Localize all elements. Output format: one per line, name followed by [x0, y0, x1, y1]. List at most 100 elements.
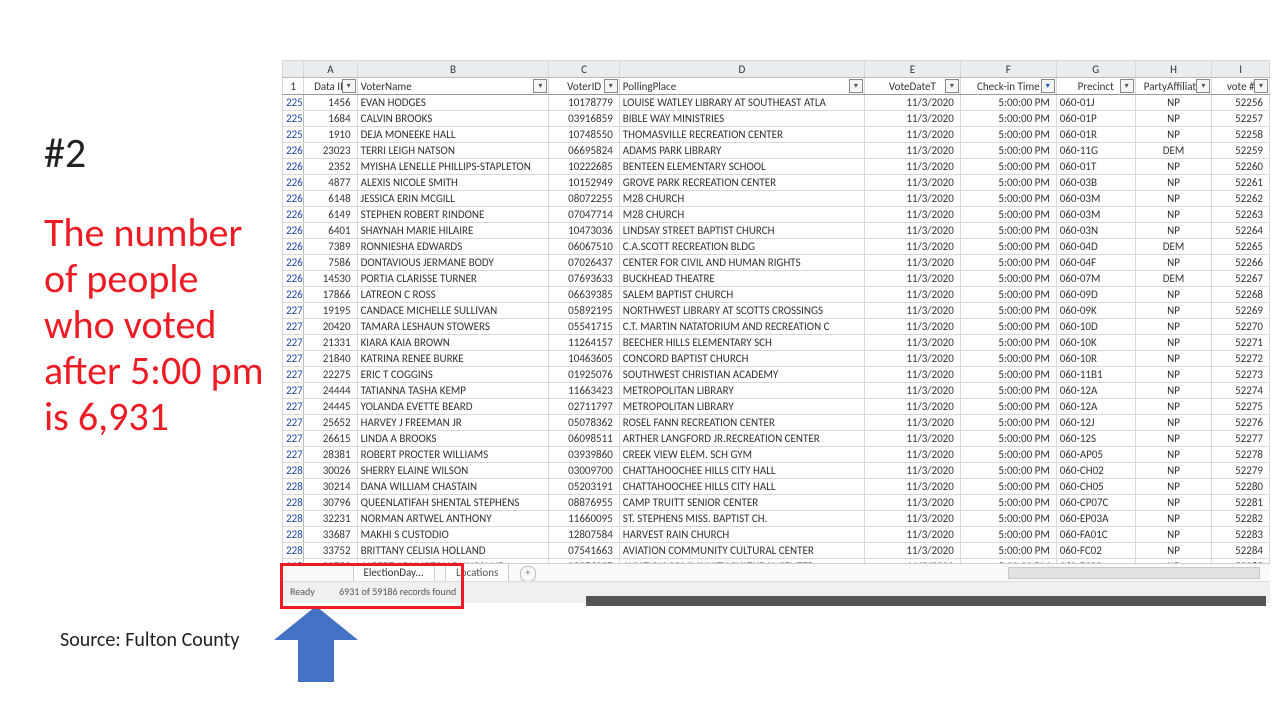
- cell[interactable]: DONTAVIOUS JERMANE BODY: [357, 255, 549, 271]
- cell[interactable]: 52280: [1212, 479, 1270, 495]
- cell[interactable]: SHERRY ELAINE WILSON: [357, 463, 549, 479]
- cell[interactable]: CREEK VIEW ELEM. SCH GYM: [619, 447, 864, 463]
- cell[interactable]: 5:00:00 PM: [960, 399, 1056, 415]
- filter-dropdown-icon[interactable]: ▾: [849, 79, 863, 93]
- cell[interactable]: 03916859: [549, 111, 619, 127]
- col-letter[interactable]: A: [304, 61, 357, 78]
- cell[interactable]: GROVE PARK RECREATION CENTER: [619, 175, 864, 191]
- cell[interactable]: 5:00:00 PM: [960, 319, 1056, 335]
- cell[interactable]: 5:00:00 PM: [960, 383, 1056, 399]
- cell[interactable]: 52260: [1212, 159, 1270, 175]
- cell[interactable]: C.T. MARTIN NATATORIUM AND RECREATION C: [619, 319, 864, 335]
- table-row[interactable]: 227928381ROBERT PROCTER WILLIAMS03939860…: [283, 447, 1270, 463]
- filter-dropdown-icon[interactable]: ▾: [604, 79, 618, 93]
- cell[interactable]: 060-12A: [1056, 383, 1135, 399]
- cell[interactable]: DANA WILLIAM CHASTAIN: [357, 479, 549, 495]
- table-row[interactable]: 226917866LATREON C ROSS06639385SALEM BAP…: [283, 287, 1270, 303]
- cell[interactable]: LATREON C ROSS: [357, 287, 549, 303]
- cell[interactable]: DEJA MONEEKE HALL: [357, 127, 549, 143]
- row-number[interactable]: 2276: [283, 399, 304, 415]
- col-letter[interactable]: I: [1212, 61, 1270, 78]
- cell[interactable]: NP: [1135, 335, 1212, 351]
- cell[interactable]: 060-01R: [1056, 127, 1135, 143]
- cell[interactable]: LINDSAY STREET BAPTIST CHURCH: [619, 223, 864, 239]
- cell[interactable]: 11/3/2020: [864, 495, 960, 511]
- cell[interactable]: 52264: [1212, 223, 1270, 239]
- cell[interactable]: 11/3/2020: [864, 255, 960, 271]
- cell[interactable]: 5:00:00 PM: [960, 111, 1056, 127]
- cell[interactable]: 28381: [304, 447, 357, 463]
- cell[interactable]: 5:00:00 PM: [960, 175, 1056, 191]
- cell[interactable]: BEECHER HILLS ELEMENTARY SCH: [619, 335, 864, 351]
- cell[interactable]: 52273: [1212, 367, 1270, 383]
- row-number[interactable]: 2268: [283, 271, 304, 287]
- cell[interactable]: 52265: [1212, 239, 1270, 255]
- cell[interactable]: NP: [1135, 207, 1212, 223]
- row-number[interactable]: 2275: [283, 383, 304, 399]
- filter-dropdown-icon[interactable]: ▾: [1254, 79, 1268, 93]
- cell[interactable]: 07541663: [549, 543, 619, 559]
- table-row[interactable]: 228332231NORMAN ARTWEL ANTHONY11660095ST…: [283, 511, 1270, 527]
- table-row[interactable]: 228433687MAKHI S CUSTODIO12807584HARVEST…: [283, 527, 1270, 543]
- cell[interactable]: 5:00:00 PM: [960, 159, 1056, 175]
- cell[interactable]: NP: [1135, 495, 1212, 511]
- cell[interactable]: PORTIA CLARISSE TURNER: [357, 271, 549, 287]
- cell[interactable]: 5:00:00 PM: [960, 447, 1056, 463]
- row-number[interactable]: 2260: [283, 143, 304, 159]
- cell[interactable]: 060-CH05: [1056, 479, 1135, 495]
- tab-electionday[interactable]: ElectionDay...: [353, 564, 435, 582]
- cell[interactable]: 5:00:00 PM: [960, 223, 1056, 239]
- cell[interactable]: 060-FC02: [1056, 543, 1135, 559]
- table-row[interactable]: 227422275ERIC T COGGINS01925076SOUTHWEST…: [283, 367, 1270, 383]
- row-number[interactable]: 2278: [283, 431, 304, 447]
- cell[interactable]: 11/3/2020: [864, 127, 960, 143]
- cell[interactable]: 05541715: [549, 319, 619, 335]
- table-row[interactable]: 228533752BRITTANY CELISIA HOLLAND0754166…: [283, 543, 1270, 559]
- cell[interactable]: 11264157: [549, 335, 619, 351]
- cell[interactable]: 11/3/2020: [864, 511, 960, 527]
- cell[interactable]: ERIC T COGGINS: [357, 367, 549, 383]
- cell[interactable]: 17866: [304, 287, 357, 303]
- cell[interactable]: MYISHA LENELLE PHILLIPS-STAPLETON: [357, 159, 549, 175]
- cell[interactable]: 060-10D: [1056, 319, 1135, 335]
- col-letter[interactable]: C: [549, 61, 619, 78]
- cell[interactable]: 060-11G: [1056, 143, 1135, 159]
- cell[interactable]: HARVEY J FREEMAN JR: [357, 415, 549, 431]
- cell[interactable]: 060-03B: [1056, 175, 1135, 191]
- cell[interactable]: 11/3/2020: [864, 95, 960, 111]
- table-row[interactable]: 22677586DONTAVIOUS JERMANE BODY07026437C…: [283, 255, 1270, 271]
- cell[interactable]: NP: [1135, 527, 1212, 543]
- spreadsheet[interactable]: A B C D E F G H I 1 Data ID▾ VoterName▾ …: [282, 60, 1270, 602]
- table-row[interactable]: 227826615LINDA A BROOKS06098511ARTHER LA…: [283, 431, 1270, 447]
- cell[interactable]: LOUISE WATLEY LIBRARY AT SOUTHEAST ATLA: [619, 95, 864, 111]
- cell[interactable]: NP: [1135, 255, 1212, 271]
- cell[interactable]: 11/3/2020: [864, 463, 960, 479]
- col-letter[interactable]: F: [960, 61, 1056, 78]
- cell[interactable]: CHATTAHOOCHEE HILLS CITY HALL: [619, 463, 864, 479]
- filter-dropdown-icon[interactable]: ▾: [533, 79, 547, 93]
- row-number[interactable]: 2273: [283, 351, 304, 367]
- cell[interactable]: YOLANDA EVETTE BEARD: [357, 399, 549, 415]
- cell[interactable]: DEM: [1135, 239, 1212, 255]
- table-row[interactable]: 226814530PORTIA CLARISSE TURNER07693633B…: [283, 271, 1270, 287]
- row-number[interactable]: 2284: [283, 527, 304, 543]
- cell[interactable]: 10178779: [549, 95, 619, 111]
- cell[interactable]: 1910: [304, 127, 357, 143]
- row-number[interactable]: 2274: [283, 367, 304, 383]
- row-number[interactable]: 2282: [283, 495, 304, 511]
- cell[interactable]: 52263: [1212, 207, 1270, 223]
- cell[interactable]: 5:00:00 PM: [960, 127, 1056, 143]
- cell[interactable]: SALEM BAPTIST CHURCH: [619, 287, 864, 303]
- table-row[interactable]: 227624445YOLANDA EVETTE BEARD02711797MET…: [283, 399, 1270, 415]
- col-letter[interactable]: G: [1056, 61, 1135, 78]
- cell[interactable]: 060-09D: [1056, 287, 1135, 303]
- add-sheet-button[interactable]: +: [520, 566, 536, 582]
- table-row[interactable]: 227019195CANDACE MICHELLE SULLIVAN058921…: [283, 303, 1270, 319]
- cell[interactable]: 11/3/2020: [864, 431, 960, 447]
- cell[interactable]: 20420: [304, 319, 357, 335]
- cell[interactable]: 10222685: [549, 159, 619, 175]
- cell[interactable]: 33752: [304, 543, 357, 559]
- cell[interactable]: MAKHI S CUSTODIO: [357, 527, 549, 543]
- cell[interactable]: 52261: [1212, 175, 1270, 191]
- cell[interactable]: 060-04D: [1056, 239, 1135, 255]
